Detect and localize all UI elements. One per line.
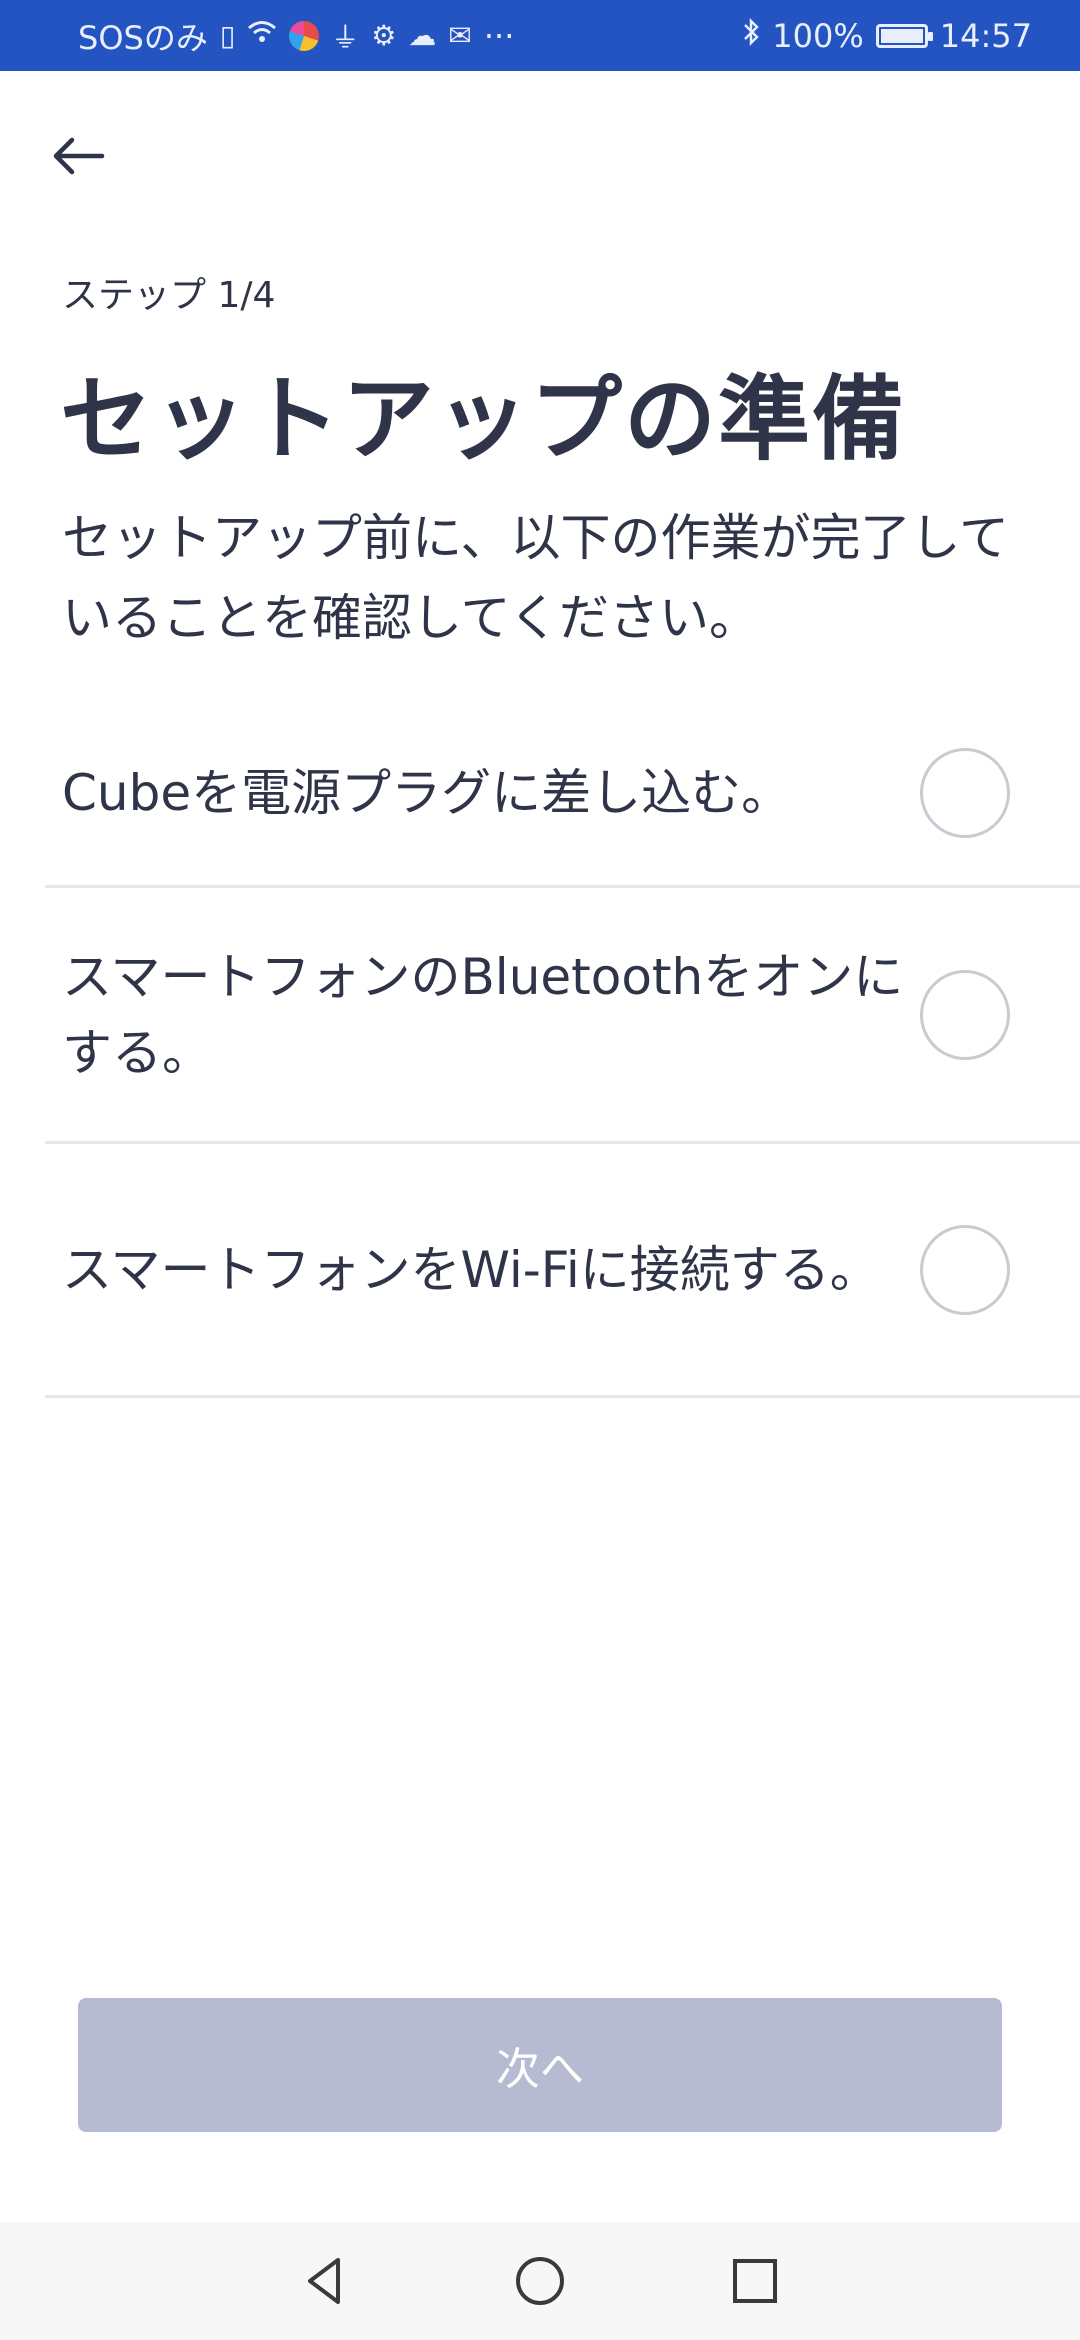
checklist-item-wifi[interactable]: スマートフォンをWi-Fiに接続する。 — [45, 1144, 1080, 1398]
wifi-icon — [247, 19, 277, 52]
cloud-icon: ☁ — [408, 19, 437, 52]
carrier-text: SOSのみ — [78, 18, 208, 57]
checklist-item-label: スマートフォンをWi-Fiに接続する。 — [62, 1240, 880, 1299]
checklist-radio-wifi[interactable] — [920, 1224, 1010, 1315]
sim-alert-icon: ▯ — [219, 19, 236, 52]
app-notification-icon — [289, 20, 320, 51]
status-left: SOSのみ ▯ ⏚ ⚙ ☁ ✉ ··· — [78, 13, 514, 59]
system-nav-bar — [0, 2222, 1080, 2340]
checklist-item-bluetooth[interactable]: スマートフォンのBluetoothをオンにする。 — [45, 888, 1080, 1144]
more-notifications: ··· — [483, 16, 515, 55]
usb-icon: ⏚ — [331, 20, 360, 54]
arrow-left-icon — [53, 137, 105, 175]
bluetooth-icon — [742, 17, 760, 54]
back-button[interactable] — [50, 126, 120, 186]
page-title: セットアップの準備 — [60, 366, 907, 473]
status-right: 100% 14:57 — [742, 17, 1032, 55]
status-bar: SOSのみ ▯ ⏚ ⚙ ☁ ✉ ··· 100% 14:57 — [0, 0, 1080, 71]
step-indicator: ステップ 1/4 — [62, 275, 276, 316]
triangle-back-icon — [308, 2258, 340, 2304]
battery-icon — [875, 23, 933, 48]
checklist-item-power[interactable]: Cubeを電源プラグに差し込む。 — [45, 700, 1080, 888]
setup-checklist: Cubeを電源プラグに差し込む。 スマートフォンのBluetoothをオンにする… — [45, 700, 1080, 1398]
checklist-item-label: スマートフォンのBluetoothをオンにする。 — [62, 947, 904, 1082]
next-button[interactable]: 次へ — [78, 1998, 1002, 2132]
nav-home-button[interactable] — [510, 2251, 570, 2311]
mail-icon: ✉ — [448, 19, 472, 52]
checklist-radio-power[interactable] — [920, 747, 1010, 838]
page-description: セットアップ前に、以下の作業が完了していることを確認してください。 — [62, 509, 1009, 647]
gear-icon: ⚙ — [371, 19, 397, 52]
battery-percent: 100% — [772, 16, 864, 55]
setup-prep-screen: SOSのみ ▯ ⏚ ⚙ ☁ ✉ ··· 100% 14:57 ステップ 1/4 … — [0, 0, 1080, 2340]
checklist-item-label: Cubeを電源プラグに差し込む。 — [62, 763, 792, 822]
nav-back-button[interactable] — [295, 2251, 355, 2311]
checklist-radio-bluetooth[interactable] — [920, 969, 1010, 1060]
square-recents-icon — [733, 2259, 777, 2303]
nav-recents-button[interactable] — [725, 2251, 785, 2311]
clock: 14:57 — [939, 16, 1032, 55]
circle-home-icon — [516, 2257, 564, 2305]
